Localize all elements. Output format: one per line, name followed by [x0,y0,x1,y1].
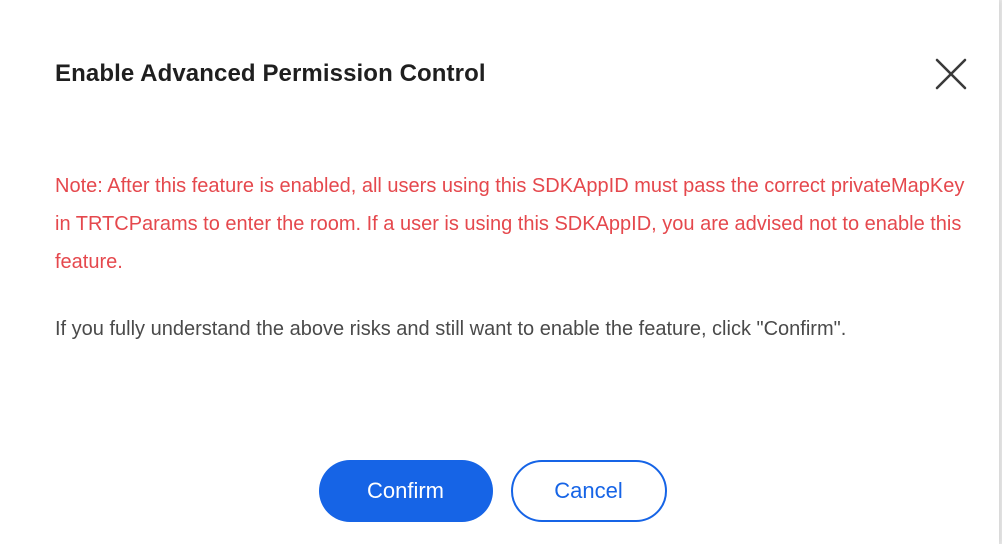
cancel-button[interactable]: Cancel [510,460,667,522]
warning-note: Note: After this feature is enabled, all… [55,175,965,273]
close-button[interactable] [931,54,971,94]
confirmation-info: If you fully understand the above risks … [55,318,847,340]
dialog-title: Enable Advanced Permission Control [55,60,486,87]
permission-dialog: Enable Advanced Permission Control Note:… [0,0,999,544]
dialog-header: Enable Advanced Permission Control [55,54,971,94]
close-icon [935,58,967,90]
dialog-actions: Confirm Cancel [0,460,999,522]
confirm-button[interactable]: Confirm [318,460,493,522]
